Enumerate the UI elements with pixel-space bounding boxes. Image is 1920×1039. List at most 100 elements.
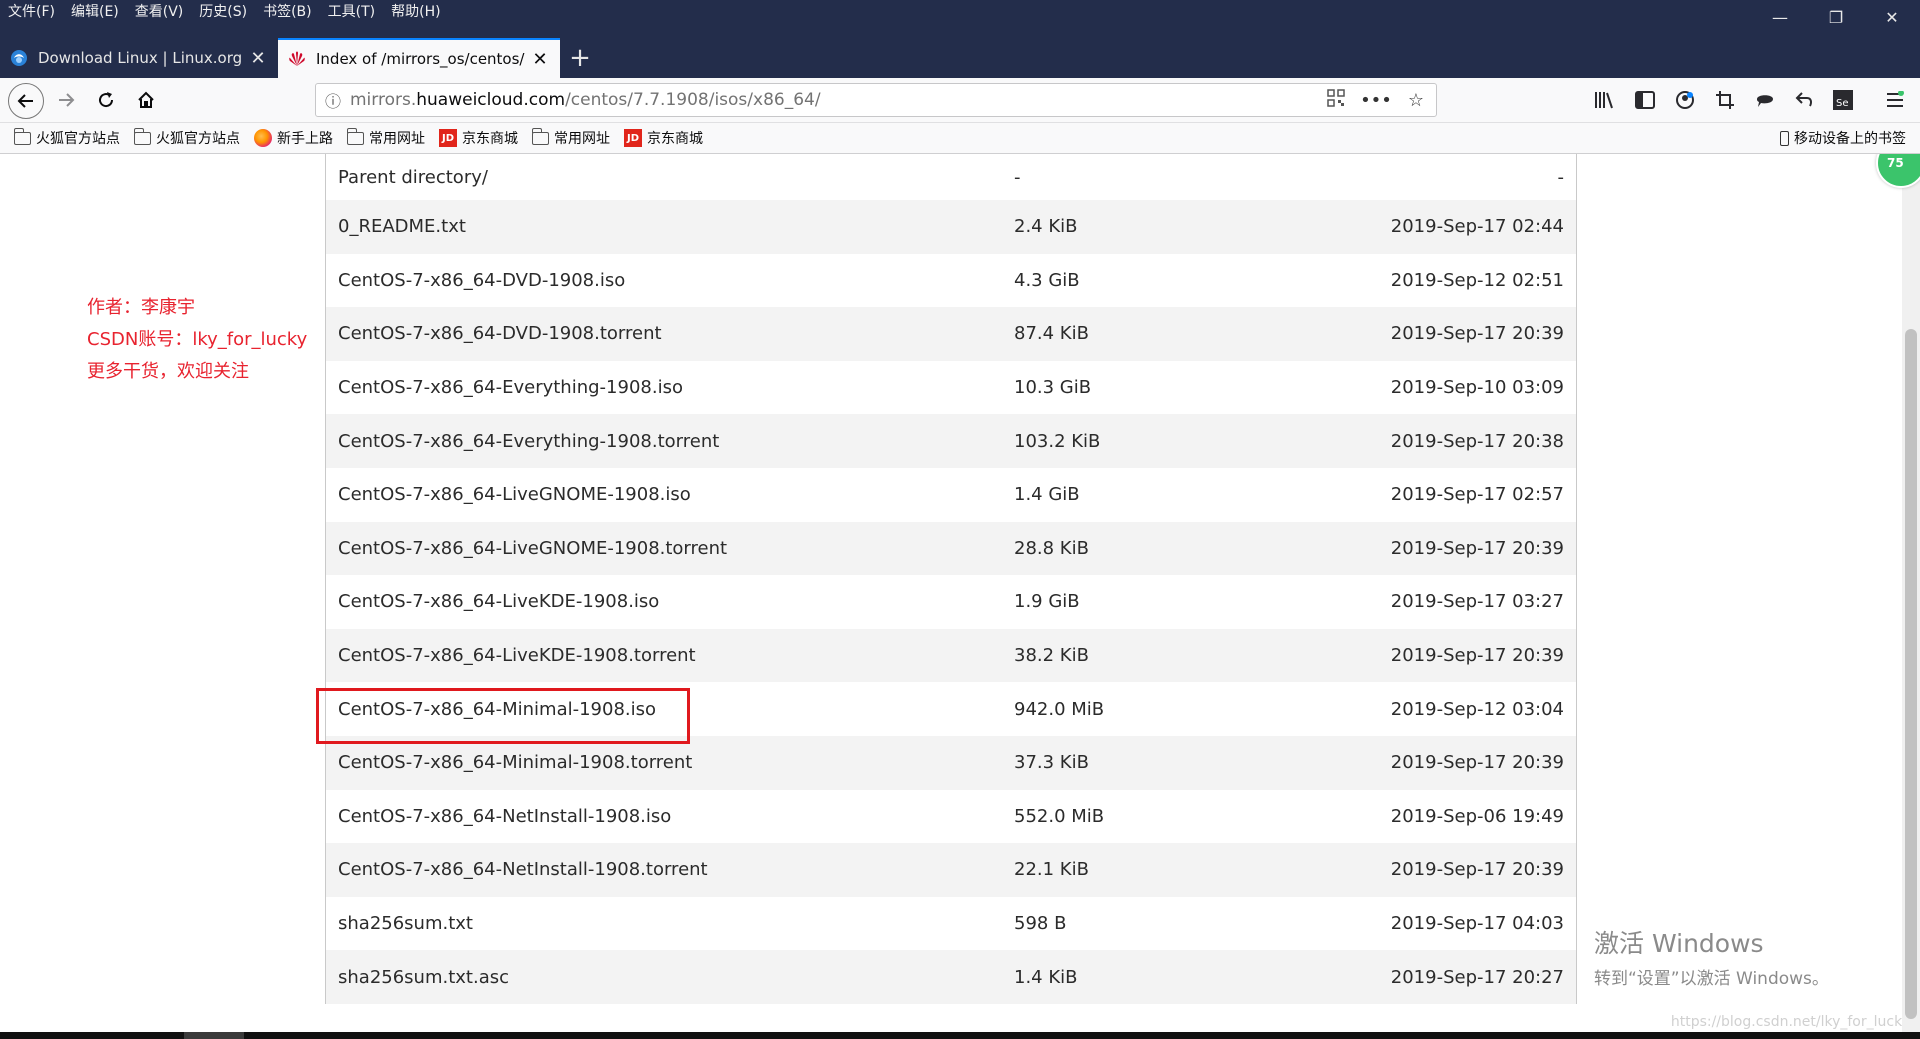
hamburger-menu-icon[interactable] bbox=[1882, 88, 1908, 112]
bookmark-link[interactable]: JD 京东商城 bbox=[624, 128, 703, 148]
menu-file[interactable]: 文件(F) bbox=[0, 0, 63, 24]
browser-window: 文件(F) 编辑(E) 查看(V) 历史(S) 书签(B) 工具(T) 帮助(H… bbox=[0, 0, 1920, 1039]
file-link[interactable]: CentOS-7-x86_64-DVD-1908.iso bbox=[326, 270, 1014, 291]
close-icon[interactable]: ✕ bbox=[530, 49, 550, 70]
forward-button[interactable] bbox=[50, 84, 82, 116]
table-row: Parent directory/ - - bbox=[326, 154, 1576, 200]
menu-history[interactable]: 历史(S) bbox=[191, 0, 255, 24]
activate-subtitle: 转到“设置”以激活 Windows。 bbox=[1594, 969, 1829, 989]
home-icon bbox=[138, 91, 154, 108]
restore-button[interactable]: ❐ bbox=[1808, 0, 1864, 34]
file-link[interactable]: CentOS-7-x86_64-NetInstall-1908.torrent bbox=[326, 859, 1014, 880]
file-link[interactable]: 0_README.txt bbox=[326, 216, 1014, 237]
bookmark-folder[interactable]: 火狐官方站点 bbox=[133, 127, 240, 148]
table-row: CentOS-7-x86_64-NetInstall-1908.iso 552.… bbox=[326, 790, 1576, 844]
taskbar bbox=[0, 1032, 1920, 1039]
menu-bookmarks[interactable]: 书签(B) bbox=[255, 0, 320, 24]
file-size: 87.4 KiB bbox=[1014, 323, 1089, 345]
activate-title: 激活 Windows bbox=[1594, 929, 1764, 958]
menu-view[interactable]: 查看(V) bbox=[127, 0, 192, 24]
undo-close-tab-icon[interactable] bbox=[1792, 88, 1818, 112]
scroll-thumb[interactable] bbox=[1905, 329, 1917, 1019]
chat-icon[interactable] bbox=[1752, 88, 1778, 112]
file-link[interactable]: CentOS-7-x86_64-LiveKDE-1908.iso bbox=[326, 591, 1014, 612]
home-button[interactable] bbox=[130, 84, 162, 116]
file-link[interactable]: CentOS-7-x86_64-Minimal-1908.torrent bbox=[326, 752, 1014, 773]
file-link[interactable]: sha256sum.txt bbox=[326, 913, 1014, 934]
screenshot-crop-icon[interactable] bbox=[1712, 88, 1738, 112]
table-row: sha256sum.txt 598 B 2019-Sep-17 04:03 bbox=[326, 897, 1576, 951]
taskbar-active-item[interactable] bbox=[184, 1032, 244, 1039]
mobile-bookmarks[interactable]: 移动设备上的书签 bbox=[1780, 123, 1906, 153]
site-info-icon[interactable]: ⓘ bbox=[316, 88, 350, 112]
file-size: 4.3 GiB bbox=[1014, 269, 1080, 291]
file-date: 2019-Sep-12 02:51 bbox=[1390, 269, 1564, 291]
url-bar[interactable]: ⓘ mirrors.huaweicloud.com/centos/7.7.190… bbox=[315, 83, 1437, 117]
page-actions-icon[interactable]: ••• bbox=[1356, 90, 1396, 111]
file-date: 2019-Sep-10 03:09 bbox=[1390, 377, 1564, 399]
reload-button[interactable] bbox=[90, 84, 122, 116]
extension-badge[interactable]: 75 bbox=[1876, 154, 1920, 188]
file-date: 2019-Sep-06 19:49 bbox=[1390, 805, 1564, 827]
tab-centos-index[interactable]: Index of /mirrors_os/centos/ ✕ bbox=[278, 38, 560, 78]
forward-arrow-icon bbox=[59, 93, 75, 107]
file-link[interactable]: CentOS-7-x86_64-Everything-1908.torrent bbox=[326, 431, 1014, 452]
menu-edit[interactable]: 编辑(E) bbox=[63, 0, 127, 24]
svg-text:Se: Se bbox=[1836, 98, 1849, 109]
library-icon[interactable] bbox=[1592, 88, 1618, 112]
table-row: CentOS-7-x86_64-LiveKDE-1908.torrent 38.… bbox=[326, 628, 1576, 683]
file-link[interactable]: CentOS-7-x86_64-DVD-1908.torrent bbox=[326, 323, 1014, 344]
bookmark-link[interactable]: 新手上路 bbox=[254, 128, 333, 148]
bookmark-label: 新手上路 bbox=[277, 131, 333, 147]
scrollbar[interactable]: 75 bbox=[1876, 154, 1920, 1032]
tab-linux-org[interactable]: Download Linux | Linux.org ✕ bbox=[0, 38, 278, 78]
qr-code-icon[interactable] bbox=[1316, 88, 1356, 112]
bookmark-label: 火狐官方站点 bbox=[36, 131, 120, 147]
close-window-button[interactable]: ✕ bbox=[1864, 0, 1920, 34]
close-icon[interactable]: ✕ bbox=[248, 48, 268, 69]
menu-help[interactable]: 帮助(H) bbox=[383, 0, 448, 24]
activate-windows-notice: 激活 Windows 转到“设置”以激活 Windows。 bbox=[1594, 924, 1829, 989]
jd-icon: JD bbox=[624, 129, 642, 147]
file-link[interactable]: CentOS-7-x86_64-Everything-1908.iso bbox=[326, 377, 1014, 398]
firefox-icon bbox=[254, 129, 272, 147]
bookmark-folder[interactable]: 火狐官方站点 bbox=[13, 127, 120, 148]
bookmark-label: 火狐官方站点 bbox=[156, 131, 240, 147]
menu-tools[interactable]: 工具(T) bbox=[320, 0, 383, 24]
sidebar-icon[interactable] bbox=[1632, 88, 1658, 112]
bookmark-label: 常用网址 bbox=[369, 131, 425, 147]
back-button[interactable] bbox=[8, 83, 44, 119]
bookmark-star-icon[interactable]: ☆ bbox=[1396, 90, 1436, 111]
file-link[interactable]: CentOS-7-x86_64-LiveGNOME-1908.torrent bbox=[326, 538, 1014, 559]
file-link[interactable]: Parent directory/ bbox=[326, 167, 1014, 188]
mobile-device-icon bbox=[1780, 130, 1789, 146]
reload-icon bbox=[99, 92, 114, 108]
minimize-button[interactable]: — bbox=[1752, 0, 1808, 34]
screenshot-extension-icon[interactable]: Se bbox=[1830, 88, 1856, 112]
file-size: 2.4 KiB bbox=[1014, 216, 1078, 238]
table-row: CentOS-7-x86_64-Everything-1908.torrent … bbox=[326, 414, 1576, 468]
folder-icon bbox=[133, 127, 151, 145]
file-link[interactable]: CentOS-7-x86_64-LiveGNOME-1908.iso bbox=[326, 484, 1014, 505]
menu-bar: 文件(F) 编辑(E) 查看(V) 历史(S) 书签(B) 工具(T) 帮助(H… bbox=[0, 0, 1500, 24]
file-size: 10.3 GiB bbox=[1014, 377, 1092, 399]
bookmark-folder[interactable]: 常用网址 bbox=[531, 127, 610, 148]
tab-title: Index of /mirrors_os/centos/ bbox=[316, 50, 525, 68]
file-date: 2019-Sep-17 20:38 bbox=[1390, 430, 1564, 452]
tab-strip: Download Linux | Linux.org ✕ Index of /m… bbox=[0, 38, 1920, 78]
file-date: 2019-Sep-17 20:39 bbox=[1390, 645, 1564, 667]
table-row: CentOS-7-x86_64-LiveGNOME-1908.torrent 2… bbox=[326, 521, 1576, 576]
bookmarks-toolbar: 火狐官方站点 火狐官方站点 新手上路 常用网址 JD 京东商城 常用网址 JD … bbox=[0, 123, 1920, 154]
sync-account-icon[interactable] bbox=[1672, 88, 1698, 112]
file-date: 2019-Sep-17 20:39 bbox=[1390, 859, 1564, 881]
file-link[interactable]: CentOS-7-x86_64-NetInstall-1908.iso bbox=[326, 806, 1014, 827]
new-tab-button[interactable]: + bbox=[560, 38, 600, 78]
file-link[interactable]: sha256sum.txt.asc bbox=[326, 967, 1014, 988]
file-link[interactable]: CentOS-7-x86_64-LiveKDE-1908.torrent bbox=[326, 645, 1014, 666]
bookmark-link[interactable]: JD 京东商城 bbox=[439, 128, 518, 148]
author-line: 作者：李康宇 bbox=[87, 297, 195, 318]
file-date: 2019-Sep-17 20:39 bbox=[1390, 752, 1564, 774]
bookmark-folder[interactable]: 常用网址 bbox=[346, 127, 425, 148]
file-size: - bbox=[1014, 166, 1021, 188]
url-text[interactable]: mirrors.huaweicloud.com/centos/7.7.1908/… bbox=[350, 90, 1316, 110]
